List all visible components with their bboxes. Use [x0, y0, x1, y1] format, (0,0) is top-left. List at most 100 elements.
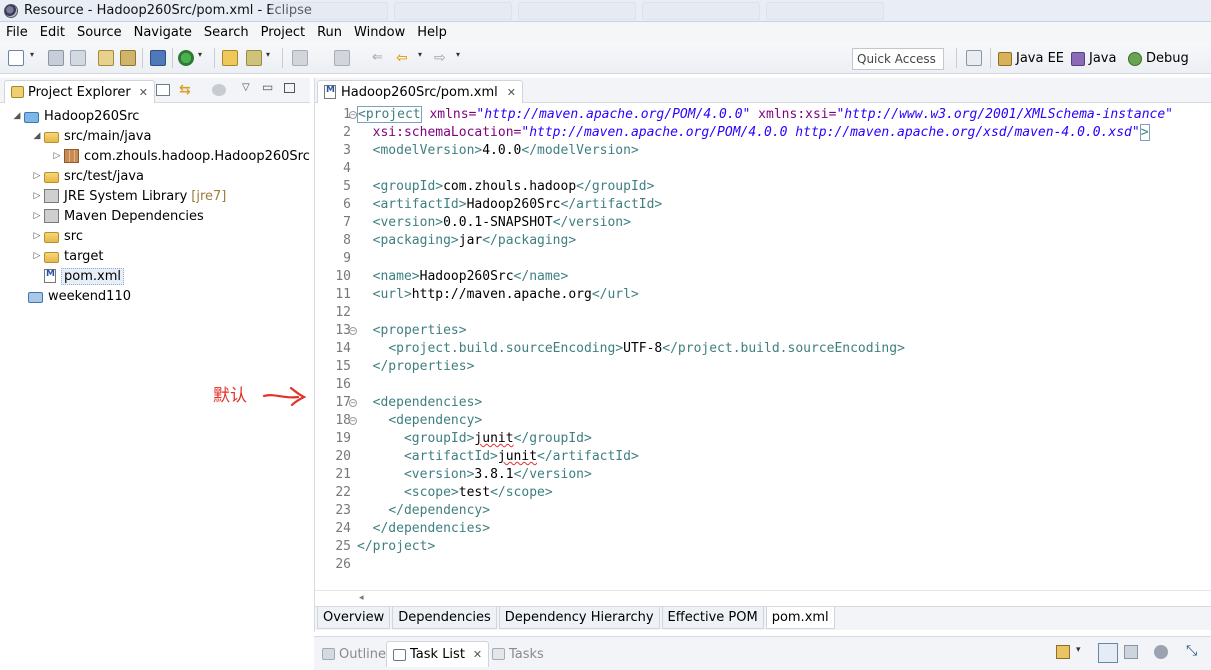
editor-tab-label: Hadoop260Src/pom.xml [341, 84, 498, 100]
last-edit-icon[interactable]: ⇐ [372, 50, 388, 66]
perspective-java-ee[interactable]: Java EE [998, 51, 1064, 66]
tree-item-decoration: [jre7] [191, 188, 227, 204]
tree-item-target[interactable]: ▷ target [32, 246, 104, 266]
debug-bug-icon [1128, 51, 1142, 66]
filter-icon[interactable] [212, 84, 226, 96]
tree-item-label: com.zhouls.hadoop.Hadoop260Src [84, 148, 310, 164]
open-folder-icon[interactable] [222, 50, 238, 66]
tab-dependency-hierarchy[interactable]: Dependency Hierarchy [498, 607, 660, 629]
tab-tasks[interactable]: Tasks [486, 641, 550, 667]
tools-icon[interactable] [120, 50, 136, 66]
tree-item-pom-xml[interactable]: pom.xml [44, 266, 124, 286]
new-icon[interactable] [8, 50, 24, 66]
tab-effective-pom[interactable]: Effective POM [661, 607, 764, 629]
close-icon[interactable]: ✕ [473, 648, 482, 661]
tab-pom-xml[interactable]: pom.xml [765, 607, 835, 629]
next-annotation-icon[interactable] [292, 50, 308, 66]
run-dropdown-icon[interactable]: ▾ [198, 50, 206, 66]
line-number: 13 [335, 323, 351, 338]
build-icon[interactable] [98, 50, 114, 66]
tree-item-src[interactable]: ▷ src [32, 226, 83, 246]
collapsed-arrow-icon[interactable]: ▷ [32, 251, 42, 261]
tree-item-weekend110[interactable]: weekend110 [28, 286, 131, 306]
link-with-editor-icon[interactable]: ⇆ [179, 82, 191, 98]
tree-item-maven-dependencies[interactable]: ▷ Maven Dependencies [32, 206, 204, 226]
scheduled-icon[interactable] [1124, 645, 1138, 659]
menu-help[interactable]: Help [411, 25, 453, 40]
prev-annotation-icon[interactable] [334, 50, 350, 66]
collapsed-arrow-icon[interactable]: ▷ [32, 231, 42, 241]
categorized-icon[interactable] [1098, 643, 1118, 663]
maximize-icon[interactable] [284, 83, 295, 93]
line-number: 14 [335, 341, 351, 356]
tree-item-jre-library[interactable]: ▷ JRE System Library [jre7] [32, 186, 227, 206]
code-line: <packaging>jar</packaging> [372, 233, 577, 248]
back-dropdown-icon[interactable]: ▾ [418, 50, 426, 66]
code-line: xsi:schemaLocation="http://maven.apache.… [357, 124, 1150, 141]
menu-run[interactable]: Run [311, 25, 348, 40]
save-icon[interactable] [48, 50, 64, 66]
fold-collapse-icon[interactable]: − [349, 327, 357, 335]
run-icon[interactable] [178, 50, 194, 66]
collapsed-arrow-icon[interactable]: ▷ [32, 171, 42, 181]
expanded-arrow-icon[interactable]: ◢ [12, 111, 22, 121]
tree-item-hadoop260src[interactable]: ◢ Hadoop260Src [12, 106, 140, 126]
collapse-icon[interactable]: ⤡ [1186, 643, 1197, 659]
fold-collapse-icon[interactable]: − [349, 399, 357, 407]
tab-project-explorer[interactable]: Project Explorer ✕ [4, 80, 155, 103]
expanded-arrow-icon[interactable]: ◢ [32, 131, 42, 141]
minimize-icon[interactable]: ▭ [262, 80, 273, 94]
scroll-left-icon[interactable]: ◂ [359, 593, 364, 603]
view-menu-icon[interactable]: ▽ [242, 82, 250, 93]
perspective-java[interactable]: Java [1071, 51, 1116, 66]
search-dropdown-icon[interactable]: ▾ [266, 50, 274, 66]
menu-project[interactable]: Project [255, 25, 311, 40]
tree-item-label: src/test/java [64, 168, 144, 184]
collapsed-arrow-icon[interactable]: ▷ [32, 211, 42, 221]
new-task-icon[interactable] [1056, 645, 1070, 659]
menu-search[interactable]: Search [198, 25, 255, 40]
fold-collapse-icon[interactable]: − [349, 417, 357, 425]
forward-arrow-icon[interactable]: ⇨ [434, 50, 450, 66]
line-number: 17 [335, 395, 351, 410]
menu-edit[interactable]: Edit [34, 25, 71, 40]
open-perspective-icon[interactable] [966, 50, 982, 66]
console-icon[interactable] [150, 50, 166, 66]
close-icon[interactable]: ✕ [139, 86, 148, 99]
back-arrow-icon[interactable]: ⇦ [396, 50, 412, 66]
menu-window[interactable]: Window [348, 25, 411, 40]
new-task-dropdown-icon[interactable]: ▾ [1076, 645, 1081, 655]
fold-collapse-icon[interactable]: − [349, 111, 357, 119]
menu-file[interactable]: File [0, 25, 34, 40]
collapsed-arrow-icon[interactable]: ▷ [52, 151, 62, 161]
new-dropdown-icon[interactable]: ▾ [30, 50, 38, 66]
tree-item-package[interactable]: ▷ com.zhouls.hadoop.Hadoop260Src [52, 146, 310, 166]
tree-item-src-test-java[interactable]: ▷ src/test/java [32, 166, 144, 186]
menu-source[interactable]: Source [71, 25, 128, 40]
tab-outline[interactable]: Outline [316, 641, 392, 667]
save-all-icon[interactable] [70, 50, 86, 66]
xml-source-text[interactable]: <project xmlns="http://maven.apache.org/… [357, 106, 1207, 590]
perspective-debug[interactable]: Debug [1128, 51, 1189, 66]
code-line: </properties> [372, 359, 475, 374]
tab-dependencies[interactable]: Dependencies [392, 607, 497, 629]
line-number: 25 [335, 539, 351, 554]
horizontal-scrollbar[interactable]: ◂ [315, 590, 1211, 606]
menu-navigate[interactable]: Navigate [128, 25, 198, 40]
tab-task-list[interactable]: Task List ✕ [386, 641, 490, 667]
tab-pom-xml-editor[interactable]: Hadoop260Src/pom.xml ✕ [317, 80, 523, 103]
forward-dropdown-icon[interactable]: ▾ [456, 50, 464, 66]
tree-item-src-main-java[interactable]: ◢ src/main/java [32, 126, 152, 146]
code-line: <url>http://maven.apache.org</url> [372, 287, 639, 302]
tree-item-label: Hadoop260Src [44, 108, 140, 124]
tab-overview[interactable]: Overview [317, 607, 391, 629]
search-tool-icon[interactable] [246, 50, 262, 66]
code-line: <project.build.sourceEncoding>UTF-8</pro… [388, 341, 905, 356]
code-line: </project> [357, 539, 436, 554]
collapsed-arrow-icon[interactable]: ▷ [32, 191, 42, 201]
collapse-all-icon[interactable] [156, 84, 170, 96]
close-icon[interactable]: ✕ [507, 86, 516, 99]
quick-access-input[interactable]: Quick Access [852, 48, 944, 70]
focus-icon[interactable] [1154, 645, 1168, 659]
tree-item-label: Maven Dependencies [64, 208, 204, 224]
